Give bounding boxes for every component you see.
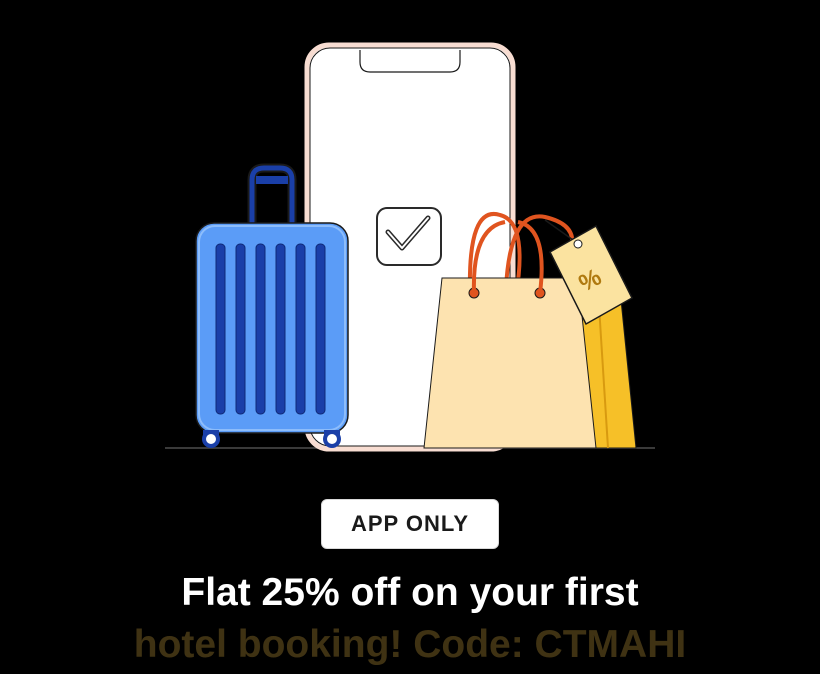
- offer-headline-line1: Flat 25% off on your first: [181, 571, 639, 614]
- promo-illustration: %: [165, 42, 655, 452]
- app-only-badge: APP ONLY: [321, 499, 499, 549]
- checkmark-icon: [376, 207, 442, 266]
- offer-headline-line2: hotel booking! Code: CTMAHI: [133, 623, 687, 666]
